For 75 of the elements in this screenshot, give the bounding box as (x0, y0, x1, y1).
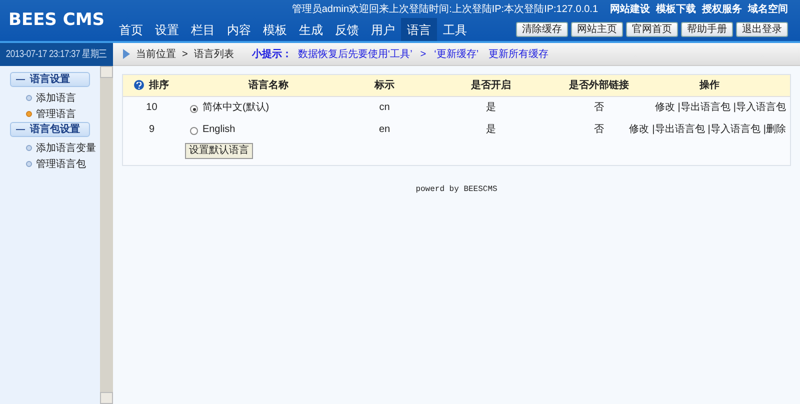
column-header: 排序 (149, 78, 170, 93)
tip-label: 小提示： (252, 48, 292, 62)
language-name: 简体中文(默认) (202, 100, 270, 115)
footer-text: powerd by BEESCMS (416, 184, 498, 196)
nav-tab[interactable]: 生成 (293, 18, 329, 41)
sidebar-item[interactable]: 添加语言 (36, 90, 76, 106)
tip-text: 数据恢复后先要使用‘工具’ (298, 48, 412, 62)
action-link[interactable]: 修改 (629, 124, 650, 134)
table-cell: en (378, 124, 390, 134)
tip-text: ‘更新缓存’ (434, 48, 479, 62)
breadcrumb-separator: > (182, 48, 188, 62)
radio-button[interactable] (190, 126, 198, 134)
top-link[interactable]: 模板下载 (656, 2, 696, 16)
table-cell: 9 (148, 124, 154, 134)
table-cell: 是 (486, 102, 496, 113)
sidebar-item[interactable]: 管理语言 (36, 106, 76, 122)
action-link[interactable]: 导入语言包 (736, 102, 786, 113)
nav-tab[interactable]: 栏目 (185, 18, 221, 41)
column-header: 操作 (700, 80, 720, 91)
set-default-button[interactable]: 设置默认语言 (185, 143, 253, 159)
separator: | (708, 124, 710, 134)
table-cell: 否 (594, 124, 604, 134)
action-link[interactable]: 导出语言包 (654, 124, 705, 134)
sidebar-item[interactable]: 管理语言包 (36, 156, 86, 172)
table-cell: 否 (594, 102, 604, 113)
column-header: 是否开启 (470, 80, 511, 91)
scrollbar[interactable] (100, 66, 113, 404)
sidebar-item[interactable]: 添加语言变量 (36, 140, 96, 156)
table-cell: cn (379, 102, 390, 113)
nav-tab[interactable]: 工具 (437, 18, 473, 41)
column-header: 标示 (374, 80, 395, 91)
logo: BEES CMS (8, 8, 104, 32)
header-button[interactable]: 清除缓存 (516, 22, 568, 37)
play-icon (123, 49, 130, 59)
column-header: 语言名称 (248, 80, 288, 91)
table-cell: 是 (486, 124, 496, 134)
action-link[interactable]: 删除 (766, 124, 786, 134)
action-link[interactable]: 修改 (654, 102, 675, 113)
separator: | (763, 124, 766, 134)
radio-button[interactable] (190, 104, 198, 113)
collapse-icon[interactable]: — (16, 122, 25, 136)
group-header[interactable]: — 语言设置 (10, 72, 90, 87)
nav-tab[interactable]: 设置 (149, 18, 185, 41)
action-link[interactable]: 导出语言包 (680, 102, 730, 113)
header-button[interactable]: 帮助手册 (681, 22, 733, 37)
date-time: 2013-07-17 23:17:37 星期三 (6, 48, 107, 62)
top-link[interactable]: 授权服务 (702, 2, 742, 16)
header-button[interactable]: 网站主页 (571, 22, 623, 37)
nav-tab[interactable]: 语言 (401, 18, 437, 41)
header-button[interactable]: 退出登录 (736, 22, 788, 37)
group-title: 语言设置 (30, 72, 70, 87)
tip-arrow: > (420, 48, 426, 62)
column-header: 是否外部链接 (569, 80, 630, 91)
header-button[interactable]: 官网首页 (626, 22, 678, 37)
top-link[interactable]: 网站建设 (610, 2, 650, 16)
update-cache-link[interactable]: 更新所有缓存 (488, 46, 549, 62)
separator: | (678, 102, 680, 113)
group-title: 语言包设置 (30, 122, 80, 137)
top-link[interactable]: 域名空间 (748, 2, 788, 16)
separator: | (652, 124, 655, 134)
group-header[interactable]: — 语言包设置 (10, 122, 90, 137)
table-cell: 10 (146, 102, 158, 113)
nav-tab[interactable]: 首页 (113, 18, 149, 41)
action-link[interactable]: 导入语言包 (710, 124, 760, 134)
separator: | (733, 102, 736, 113)
welcome-text: 管理员admin欢迎回来上次登陆时间:上次登陆IP:本次登陆IP:127.0.0.1 (292, 2, 598, 16)
breadcrumb-label: 当前位置 (136, 48, 176, 62)
help-icon[interactable] (134, 80, 144, 90)
nav-tab[interactable]: 用户 (365, 18, 401, 41)
language-name: English (202, 122, 236, 136)
collapse-icon[interactable]: — (16, 72, 25, 86)
nav-tab[interactable]: 内容 (221, 18, 257, 41)
nav-tab[interactable]: 模板 (257, 18, 293, 41)
breadcrumb-current: 语言列表 (194, 48, 234, 62)
nav-tab[interactable]: 反馈 (329, 18, 365, 41)
